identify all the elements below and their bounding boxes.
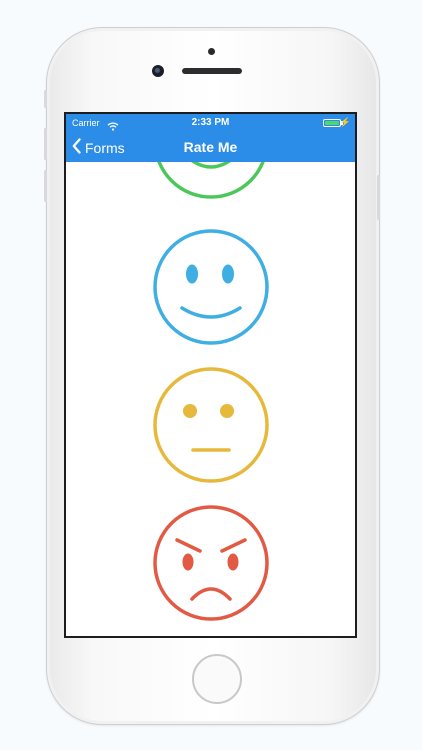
- status-bar: Carrier 2:33 PM ⚡: [66, 114, 355, 134]
- rating-happy-button[interactable]: [152, 228, 270, 346]
- angry-face-icon: [153, 505, 269, 621]
- volume-down-button: [44, 170, 47, 202]
- battery-icon: [323, 119, 341, 127]
- smiling-face-icon: [153, 229, 269, 345]
- rating-neutral-button[interactable]: [152, 366, 270, 484]
- power-button: [377, 175, 380, 220]
- rating-list: [66, 162, 355, 636]
- charging-bolt-icon: ⚡: [339, 117, 351, 127]
- earpiece-speaker: [182, 68, 242, 74]
- app-screen: Carrier 2:33 PM ⚡ Forms Rate Me: [64, 112, 357, 638]
- navigation-bar: Forms Rate Me: [66, 134, 355, 162]
- status-time: 2:33 PM: [191, 117, 230, 128]
- rating-angry-button[interactable]: [152, 504, 270, 622]
- page-title: Rate Me: [183, 139, 238, 155]
- home-button[interactable]: [192, 654, 242, 704]
- front-camera-icon: [152, 65, 164, 77]
- battery-level: [325, 121, 339, 125]
- volume-up-button: [44, 128, 47, 160]
- neutral-face-icon: [153, 367, 269, 483]
- grinning-face-icon: [157, 162, 265, 199]
- rating-very-happy-button[interactable]: [152, 162, 270, 200]
- proximity-sensor: [208, 48, 215, 55]
- mute-switch: [44, 90, 47, 108]
